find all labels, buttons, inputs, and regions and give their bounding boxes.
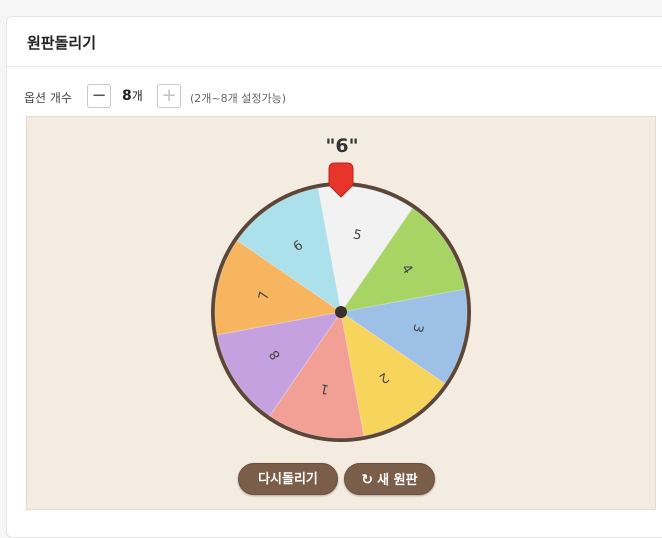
refresh-icon: ↻ [361,472,374,488]
option-count-label: 옵션 개수 [24,91,72,105]
card-title: 원판돌리기 [27,34,97,52]
wheel-hub [335,306,347,318]
spin-again-label: 다시돌리기 [258,472,318,487]
card-header: 원판돌리기 [7,17,662,67]
count-unit: 개 [131,89,143,103]
new-wheel-button[interactable]: ↻ 새 원판 [344,463,435,495]
new-wheel-label: 새 원판 [377,473,418,488]
count-number: 8 [122,88,132,104]
roulette-wheel[interactable]: 12345678 [27,117,657,511]
roulette-stage: "6" 12345678 다시돌리기 ↻ 새 원판 [26,116,656,510]
spin-again-button[interactable]: 다시돌리기 [238,463,338,495]
option-count-value: 8개 [122,87,143,104]
option-count-row: 옵션 개수 − 8개 + (2개~8개 설정가능) [24,84,424,110]
option-range-hint: (2개~8개 설정가능) [190,92,287,105]
increase-button[interactable]: + [157,84,181,108]
decrease-button[interactable]: − [87,84,111,108]
